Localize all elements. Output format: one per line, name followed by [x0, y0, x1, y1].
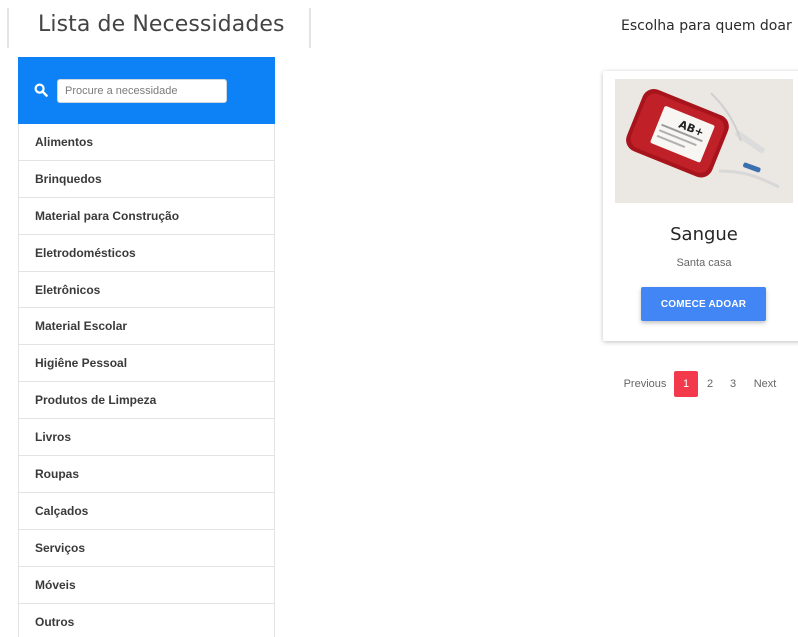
pagination-page-1[interactable]: 1	[674, 371, 698, 397]
category-item-higiene-pessoal[interactable]: Higiêne Pessoal	[19, 345, 274, 383]
card-title: Sangue	[670, 224, 738, 245]
page-title: Lista de Necessidades	[38, 12, 285, 37]
card-subtitle: Santa casa	[676, 257, 732, 269]
category-item-eletrodomesticos[interactable]: Eletrodomésticos	[19, 235, 274, 272]
pagination-previous[interactable]: Previous	[619, 371, 671, 397]
category-item-moveis[interactable]: Móveis	[19, 567, 274, 604]
blood-bag-image: AB+	[615, 79, 793, 203]
category-item-material-escolar[interactable]: Material Escolar	[19, 308, 274, 346]
category-item-alimentos[interactable]: Alimentos	[19, 124, 274, 161]
category-item-material-construcao[interactable]: Material para Construção	[19, 198, 274, 235]
category-item-outros[interactable]: Outros	[19, 604, 274, 637]
pagination-next[interactable]: Next	[747, 371, 783, 397]
category-item-servicos[interactable]: Serviços	[19, 530, 274, 567]
start-donating-button[interactable]: COMECE ADOAR	[641, 287, 766, 321]
header-divider-right	[309, 8, 311, 48]
category-item-calcados[interactable]: Calçados	[19, 493, 274, 530]
pagination-page-2[interactable]: 2	[702, 371, 718, 397]
search-bar	[18, 57, 275, 124]
search-input[interactable]	[57, 79, 227, 103]
pagination-page-3[interactable]: 3	[725, 371, 741, 397]
header-divider-left	[7, 8, 9, 48]
category-item-brinquedos[interactable]: Brinquedos	[19, 161, 274, 198]
category-item-roupas[interactable]: Roupas	[19, 456, 274, 493]
category-item-produtos-limpeza[interactable]: Produtos de Limpeza	[19, 382, 274, 420]
donation-card: AB+ Sangue Santa casa COMECE ADOAR	[603, 71, 798, 341]
search-icon[interactable]	[34, 83, 48, 97]
category-item-eletronicos[interactable]: Eletrônicos	[19, 272, 274, 309]
category-item-livros[interactable]: Livros	[19, 419, 274, 457]
categories-sidebar: Alimentos Brinquedos Material para Const…	[18, 57, 275, 637]
category-list: Alimentos Brinquedos Material para Const…	[18, 124, 275, 637]
page-subtitle: Escolha para quem doar	[621, 18, 792, 34]
